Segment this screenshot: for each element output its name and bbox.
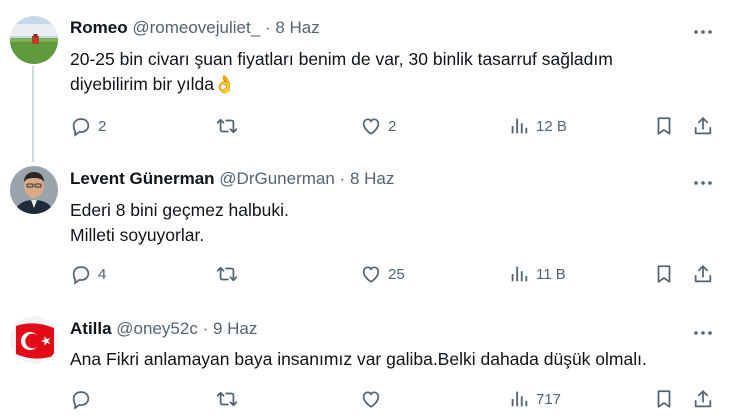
tweet-header: Levent Günerman @DrGunerman · 8 Haz — [70, 168, 394, 190]
bookmark-icon — [653, 388, 675, 410]
like-button[interactable]: 2 — [360, 113, 396, 139]
handle[interactable]: @DrGunerman — [219, 169, 335, 188]
tweet-text: Ederi 8 bini geçmez halbuki. Milleti soy… — [70, 198, 289, 248]
display-name[interactable]: Romeo — [70, 18, 128, 37]
avatar[interactable] — [10, 16, 58, 64]
tweet-text-line: Ana Fikri anlamayan baya insanımız var g… — [70, 349, 647, 369]
share-button[interactable] — [692, 261, 714, 287]
reply-button[interactable]: 4 — [70, 261, 106, 287]
handle[interactable]: @oney52c — [116, 319, 198, 338]
handle[interactable]: @romeovejuliet_ — [132, 18, 260, 37]
retweet-icon — [216, 115, 238, 137]
bookmark-button[interactable] — [653, 386, 675, 412]
share-button[interactable] — [692, 386, 714, 412]
like-button[interactable]: 25 — [360, 261, 405, 287]
like-button[interactable] — [360, 386, 388, 412]
reply-icon — [70, 263, 92, 285]
action-bar: 2 2 12 B — [70, 113, 720, 139]
retweet-button[interactable] — [216, 113, 244, 139]
thread-line — [32, 66, 34, 162]
share-button[interactable] — [692, 113, 714, 139]
reply-icon — [70, 388, 92, 410]
separator-dot: · — [202, 319, 209, 338]
more-icon[interactable] — [694, 323, 712, 335]
tweet-text-line: Milleti soyuyorlar. — [70, 225, 205, 245]
like-icon — [360, 263, 382, 285]
like-icon — [360, 115, 382, 137]
bookmark-icon — [653, 115, 675, 137]
display-name[interactable]: Levent Günerman — [70, 169, 215, 188]
bookmark-icon — [653, 263, 675, 285]
more-icon[interactable] — [694, 22, 712, 34]
views-icon — [508, 115, 530, 137]
views-button[interactable]: 717 — [508, 386, 561, 412]
retweet-button[interactable] — [216, 386, 244, 412]
avatar[interactable] — [10, 316, 58, 364]
reply-count: 2 — [98, 117, 107, 135]
reply-icon — [70, 115, 92, 137]
bookmark-button[interactable] — [653, 113, 675, 139]
like-icon — [360, 388, 382, 410]
tweet-text-line: 20-25 bin civarı şuan fiyatları benim de… — [70, 49, 613, 69]
like-count: 25 — [388, 265, 405, 283]
action-bar: 717 — [70, 386, 720, 412]
views-icon — [508, 263, 530, 285]
retweet-icon — [216, 263, 238, 285]
timestamp[interactable]: 9 Haz — [213, 319, 257, 338]
views-button[interactable]: 12 B — [508, 113, 567, 139]
share-icon — [692, 115, 714, 137]
timestamp[interactable]: 8 Haz — [350, 169, 394, 188]
share-icon — [692, 388, 714, 410]
separator-dot: · — [264, 18, 271, 37]
views-count: 11 B — [536, 265, 566, 283]
tweet-text: 20-25 bin civarı şuan fiyatları benim de… — [70, 47, 613, 97]
tweet-header: Romeo @romeovejuliet_ · 8 Haz — [70, 17, 320, 39]
reply-count: 4 — [98, 265, 107, 283]
bookmark-button[interactable] — [653, 261, 675, 287]
more-icon[interactable] — [694, 173, 712, 185]
separator-dot: · — [339, 169, 346, 188]
action-bar: 4 25 11 B — [70, 261, 720, 287]
views-button[interactable]: 11 B — [508, 261, 566, 287]
avatar[interactable] — [10, 166, 58, 214]
tweet-header: Atilla @oney52c · 9 Haz — [70, 318, 257, 340]
tweet-text-line: diyebilirim bir yılda👌 — [70, 74, 236, 94]
share-icon — [692, 263, 714, 285]
reply-button[interactable]: 2 — [70, 113, 106, 139]
views-count: 12 B — [536, 117, 567, 135]
retweet-icon — [216, 388, 238, 410]
retweet-button[interactable] — [216, 261, 244, 287]
display-name[interactable]: Atilla — [70, 319, 112, 338]
reply-button[interactable] — [70, 386, 98, 412]
like-count: 2 — [388, 117, 397, 135]
tweet-text-line: Ederi 8 bini geçmez halbuki. — [70, 200, 289, 220]
timestamp[interactable]: 8 Haz — [275, 18, 319, 37]
views-count: 717 — [536, 390, 562, 408]
tweet-text: Ana Fikri anlamayan baya insanımız var g… — [70, 347, 647, 372]
views-icon — [508, 388, 530, 410]
